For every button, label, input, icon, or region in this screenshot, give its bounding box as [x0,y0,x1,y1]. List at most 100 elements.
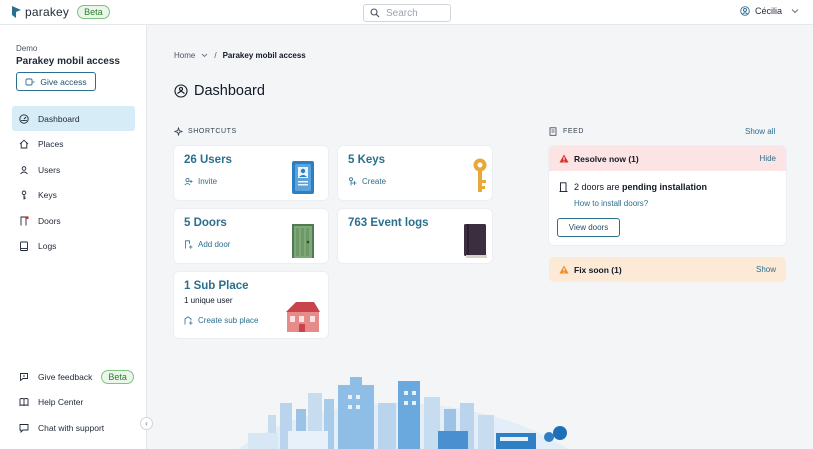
how-to-install-link[interactable]: How to install doors? [574,199,648,208]
golden-key-icon [473,158,487,192]
card-action-label: Invite [198,177,218,186]
sidebar-item-help-center[interactable]: Help Center [12,390,135,415]
chevron-down-icon[interactable] [201,53,208,58]
beta-badge: Beta [77,5,110,19]
city-illustration [238,377,568,449]
card-title: 26 Users [184,154,232,166]
door-icon [20,215,29,225]
give-access-button[interactable]: Give access [16,72,96,91]
id-card-icon [292,161,314,194]
book-icon [19,398,29,407]
feedback-icon [20,372,28,381]
sidebar-item-logs[interactable]: Logs [12,234,135,259]
sidebar-item-give-feedback[interactable]: Give feedback Beta [12,364,135,389]
feed-label: FEED [549,127,584,136]
sidebar-item-keys[interactable]: Keys [12,183,135,208]
sidebar: Demo Parakey mobil access Give access Da… [0,25,153,449]
invite-link[interactable]: Invite [184,177,217,186]
sidebar-bottom-nav: Give feedback Beta Help Center Chat with… [12,364,135,441]
main-content: Home / Parakey mobil access Dashboard SH… [148,25,813,449]
breadcrumb-home[interactable]: Home [174,51,195,60]
breadcrumb-current: Parakey mobil access [222,51,306,60]
door-icon [559,182,568,192]
resolve-now-header: Resolve now (1) Hide [549,146,786,171]
top-bar: parakey Beta Search Cécilia [0,0,813,25]
user-name: Cécilia [754,6,782,16]
house-icon [286,302,320,332]
give-access-label: Give access [40,76,87,87]
logs-icon [20,241,28,251]
sidebar-nav: Dashboard Places Users Keys Doors Logs [12,106,135,259]
shortcut-card-sub-place[interactable]: 1 Sub Place 1 unique user Create sub pla… [174,272,328,338]
sidebar-item-label: Places [38,139,64,149]
shortcut-card-doors[interactable]: 5 Doors Add door [174,209,328,263]
resolve-now-panel: Resolve now (1) Hide 2 doors are pending… [549,146,786,245]
fix-soon-title: Fix soon (1) [574,264,622,275]
search-icon [370,8,380,18]
app-name: parakey [25,5,70,19]
breadcrumb: Home / Parakey mobil access [174,51,306,60]
sidebar-item-dashboard[interactable]: Dashboard [12,106,135,131]
sidebar-item-users[interactable]: Users [12,157,135,182]
view-doors-button[interactable]: View doors [557,218,620,237]
card-subtitle: 1 unique user [184,296,233,305]
sidebar-item-doors[interactable]: Doors [12,208,135,233]
pending-text-bold: pending installation [622,182,708,192]
chevron-down-icon [791,9,799,14]
logbook-icon [464,224,487,258]
users-icon [20,165,28,174]
org-name: Parakey mobil access [16,56,120,67]
dashboard-icon [174,84,188,98]
sidebar-item-label: Users [38,164,61,175]
search-placeholder: Search [386,7,418,19]
sparkle-icon [174,127,183,136]
create-key-link[interactable]: Create [348,177,386,186]
sidebar-item-label: Keys [38,190,57,200]
key-icon [21,190,27,200]
pending-text-prefix: 2 doors are [574,182,620,192]
add-place-icon [184,316,193,325]
pending-installation-item: 2 doors are pending installation [559,182,707,192]
sidebar-item-label: Dashboard [38,113,80,124]
shortcuts-label-text: SHORTCUTS [188,128,237,135]
user-menu[interactable]: Cécilia [740,6,799,16]
show-button[interactable]: Show [756,265,776,274]
search-input[interactable]: Search [363,4,451,22]
warning-triangle-icon [559,265,569,274]
breadcrumb-separator: / [214,51,217,60]
user-avatar-icon [740,6,750,16]
dashboard-icon [19,113,29,124]
sidebar-item-label: Give feedback [38,371,93,382]
feedback-beta-badge: Beta [101,369,134,384]
card-action-label: Create sub place [198,316,259,325]
card-action-label: Create [362,177,387,186]
create-sub-place-link[interactable]: Create sub place [184,316,258,325]
shortcut-card-users[interactable]: 26 Users Invite [174,146,328,200]
home-icon [19,139,29,149]
add-door-link[interactable]: Add door [184,240,230,249]
parakey-logo-icon [12,6,21,18]
sidebar-item-places[interactable]: Places [12,132,135,157]
sidebar-item-label: Doors [38,215,61,226]
sidebar-item-label: Logs [38,241,57,251]
page-title-text: Dashboard [194,83,265,99]
card-title: 1 Sub Place [184,280,249,292]
fix-soon-panel[interactable]: Fix soon (1) Show [549,257,786,282]
app-logo[interactable]: parakey Beta [12,5,110,19]
feed-icon [549,127,557,136]
card-action-label: Add door [198,240,231,249]
shortcuts-label: SHORTCUTS [174,127,237,136]
feed-show-all-link[interactable]: Show all [745,127,775,136]
shortcut-card-keys[interactable]: 5 Keys Create [338,146,492,200]
sidebar-item-chat-support[interactable]: Chat with support [12,415,135,440]
add-door-icon [185,240,193,249]
shortcut-card-event-logs[interactable]: 763 Event logs [338,209,492,263]
resolve-now-title: Resolve now (1) [574,153,639,164]
feed-label-text: FEED [563,128,585,135]
sidebar-item-label: Chat with support [38,422,105,433]
sidebar-item-label: Help Center [38,397,84,407]
hide-button[interactable]: Hide [760,154,776,163]
card-title: 5 Doors [184,217,227,229]
green-door-icon [292,224,314,258]
card-title: 5 Keys [348,154,386,166]
